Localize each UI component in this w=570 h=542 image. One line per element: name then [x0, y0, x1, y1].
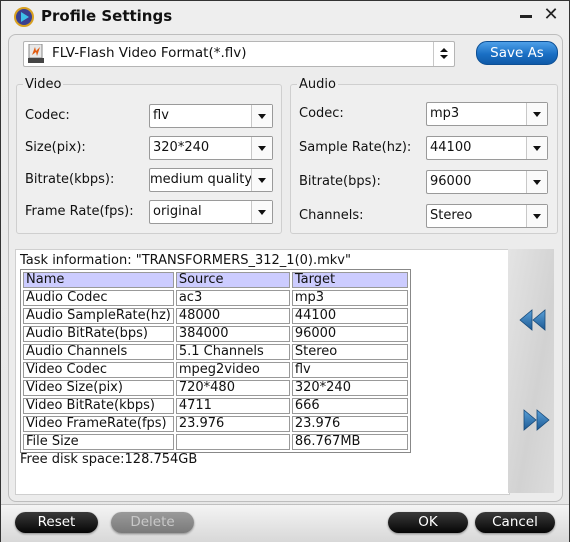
- audio-codec-label: Codec:: [299, 106, 344, 121]
- video-bitrate-label: Bitrate(kbps):: [25, 172, 115, 187]
- audio-codec-value: mp3: [430, 106, 460, 121]
- flv-file-icon: [28, 44, 44, 63]
- cell-name: File Size: [23, 434, 174, 450]
- format-selected-value: FLV-Flash Video Format(*.flv): [52, 45, 247, 61]
- cell-target: 320*240: [291, 380, 408, 396]
- video-framerate-value: original: [153, 204, 202, 219]
- table-header-row: Name Source Target: [23, 272, 408, 288]
- chevron-down-icon[interactable]: [526, 103, 547, 125]
- audio-channels-value: Stereo: [430, 208, 473, 223]
- table-row: Video FrameRate(fps) 23.976 23.976: [23, 416, 408, 432]
- table-row: Video Codec mpeg2video flv: [23, 362, 408, 378]
- table-row: Audio Channels 5.1 Channels Stereo: [23, 344, 408, 360]
- chevron-down-icon[interactable]: [526, 171, 547, 193]
- video-size-select[interactable]: 320*240: [149, 136, 273, 160]
- chevron-down-icon[interactable]: [251, 201, 272, 223]
- close-icon[interactable]: ✕: [543, 5, 559, 25]
- cell-name: Video FrameRate(fps): [23, 416, 174, 432]
- cell-source: ac3: [175, 290, 290, 306]
- cell-target: 44100: [291, 308, 408, 324]
- cell-source: 384000: [175, 326, 290, 342]
- fast-forward-icon[interactable]: [523, 408, 553, 432]
- audio-bitrate-value: 96000: [430, 174, 472, 189]
- title-bar: Profile Settings ✕: [1, 1, 569, 33]
- cell-source: 4711: [175, 398, 290, 414]
- audio-codec-select[interactable]: mp3: [426, 102, 548, 126]
- table-row: Audio Codec ac3 mp3: [23, 290, 408, 306]
- column-header-name: Name: [23, 272, 174, 288]
- chevron-down-icon[interactable]: [251, 137, 272, 159]
- up-down-arrow-icon[interactable]: [433, 42, 454, 66]
- cell-target: flv: [291, 362, 408, 378]
- cell-name: Video Size(pix): [23, 380, 174, 396]
- video-size-label: Size(pix):: [25, 140, 86, 155]
- column-header-target: Target: [291, 272, 408, 288]
- cell-target: mp3: [291, 290, 408, 306]
- video-codec-value: flv: [153, 108, 169, 123]
- video-legend: Video: [25, 77, 62, 92]
- audio-samplerate-select[interactable]: 44100: [426, 136, 548, 160]
- audio-channels-label: Channels:: [299, 208, 364, 223]
- video-framerate-select[interactable]: original: [149, 200, 273, 224]
- cell-source: 48000: [175, 308, 290, 324]
- audio-channels-select[interactable]: Stereo: [426, 204, 548, 228]
- rewind-icon[interactable]: [519, 308, 549, 332]
- audio-samplerate-value: 44100: [430, 140, 472, 155]
- audio-bitrate-select[interactable]: 96000: [426, 170, 548, 194]
- cancel-button[interactable]: Cancel: [475, 512, 555, 533]
- chevron-down-icon[interactable]: [526, 137, 547, 159]
- task-info-table: Name Source Target Audio Codec ac3 mp3 Aud…: [20, 269, 411, 453]
- format-select[interactable]: FLV-Flash Video Format(*.flv): [23, 41, 455, 67]
- reset-button[interactable]: Reset: [15, 512, 98, 533]
- navigation-strip: [508, 249, 554, 493]
- cell-name: Video BitRate(kbps): [23, 398, 174, 414]
- cell-source: [175, 434, 290, 450]
- cell-target: 86.767MB: [291, 434, 408, 450]
- cell-source: 720*480: [175, 380, 290, 396]
- cell-source: 5.1 Channels: [175, 344, 290, 360]
- window-title: Profile Settings: [41, 7, 173, 25]
- cell-name: Audio SampleRate(hz): [23, 308, 174, 324]
- table-row: Video Size(pix) 720*480 320*240: [23, 380, 408, 396]
- chevron-down-icon[interactable]: [526, 205, 547, 227]
- task-info-label: Task information: "TRANSFORMERS_312_1(0)…: [20, 253, 351, 268]
- cell-source: mpeg2video: [175, 362, 290, 378]
- video-framerate-label: Frame Rate(fps):: [25, 204, 134, 219]
- cell-name: Video Codec: [23, 362, 174, 378]
- column-header-source: Source: [175, 272, 290, 288]
- video-size-value: 320*240: [153, 140, 210, 155]
- minimize-icon[interactable]: [519, 9, 533, 23]
- table-row: Video BitRate(kbps) 4711 666: [23, 398, 408, 414]
- save-as-button[interactable]: Save As: [476, 41, 558, 65]
- cell-name: Audio BitRate(bps): [23, 326, 174, 342]
- delete-button: Delete: [111, 512, 194, 533]
- cell-target: 666: [291, 398, 408, 414]
- audio-samplerate-label: Sample Rate(hz):: [299, 140, 412, 155]
- table-row: Audio BitRate(bps) 384000 96000: [23, 326, 408, 342]
- app-logo-icon: [14, 7, 34, 27]
- audio-legend: Audio: [299, 77, 336, 92]
- video-codec-label: Codec:: [25, 108, 70, 123]
- chevron-down-icon[interactable]: [251, 169, 272, 191]
- ok-button[interactable]: OK: [388, 512, 468, 533]
- video-bitrate-value: medium quality: [150, 172, 253, 187]
- chevron-down-icon[interactable]: [251, 105, 272, 127]
- cell-target: 96000: [291, 326, 408, 342]
- cell-target: 23.976: [291, 416, 408, 432]
- table-row: File Size 86.767MB: [23, 434, 408, 450]
- profile-settings-window: Profile Settings ✕ FLV-Flash Video Forma…: [0, 0, 570, 542]
- table-row: Audio SampleRate(hz) 48000 44100: [23, 308, 408, 324]
- free-disk-space: Free disk space:128.754GB: [20, 452, 198, 467]
- audio-bitrate-label: Bitrate(bps):: [299, 174, 381, 189]
- video-bitrate-select[interactable]: medium quality: [149, 168, 273, 192]
- cell-source: 23.976: [175, 416, 290, 432]
- video-codec-select[interactable]: flv: [149, 104, 273, 128]
- cell-name: Audio Channels: [23, 344, 174, 360]
- cell-name: Audio Codec: [23, 290, 174, 306]
- cell-target: Stereo: [291, 344, 408, 360]
